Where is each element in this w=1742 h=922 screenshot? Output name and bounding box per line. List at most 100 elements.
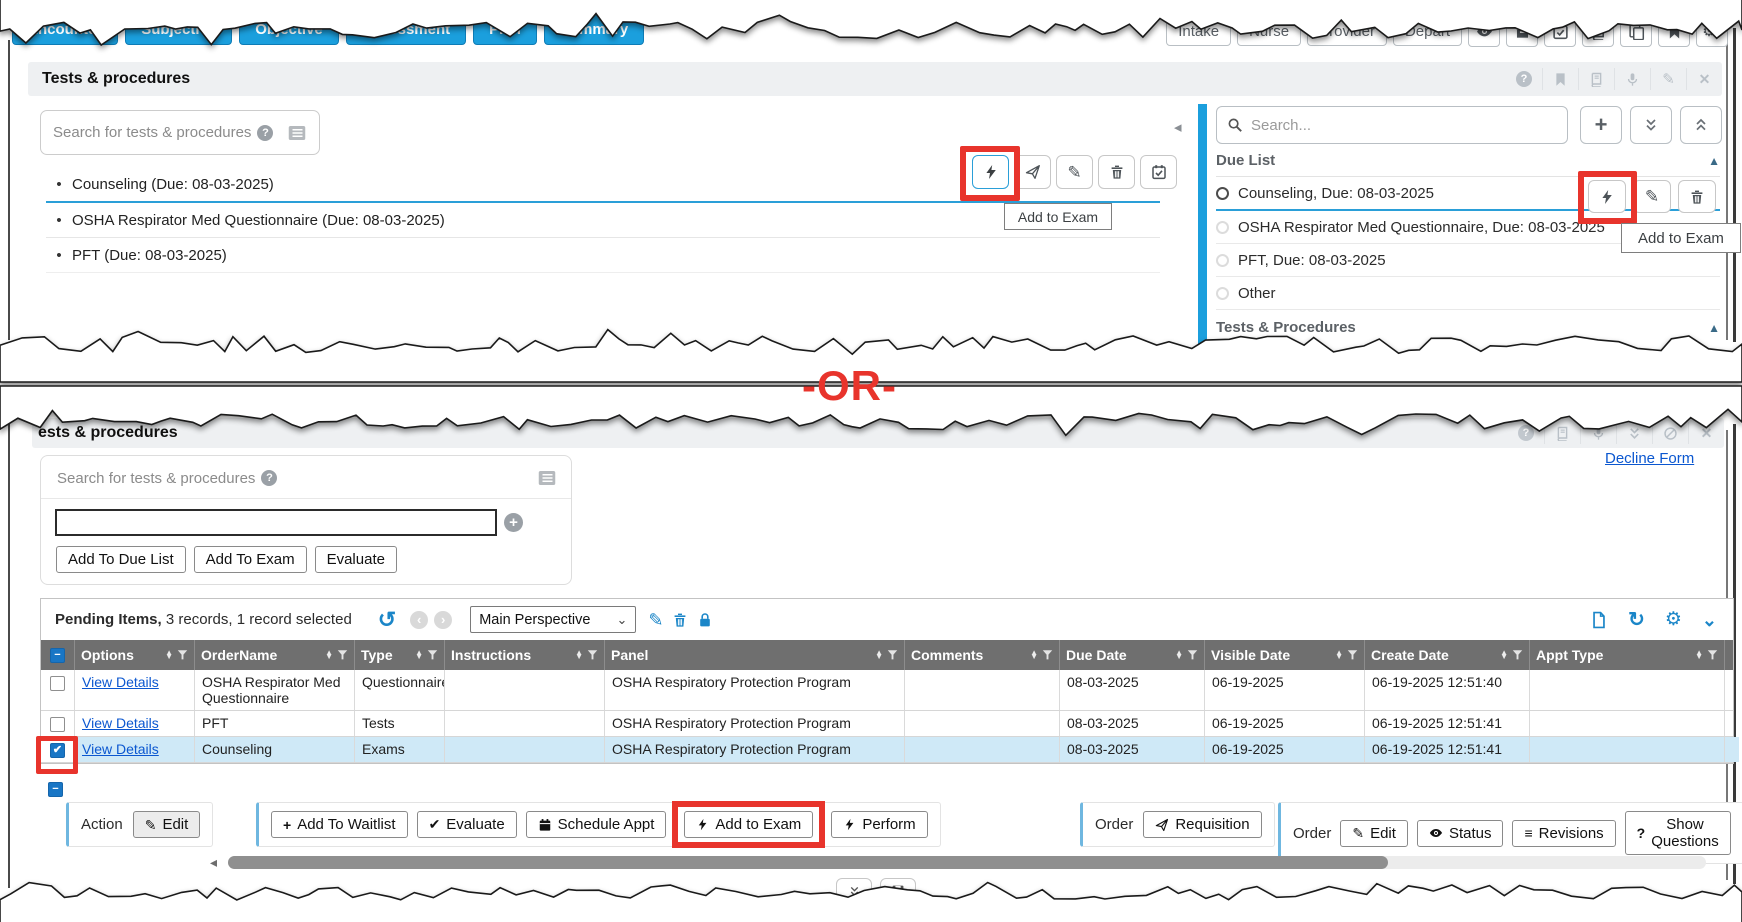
radio-icon[interactable] bbox=[1216, 254, 1229, 267]
select-all-header-cell[interactable]: − bbox=[41, 640, 75, 670]
column-header-ordername[interactable]: OrderName▲▼ bbox=[195, 640, 355, 670]
select-all-footer-checkbox[interactable]: − bbox=[48, 782, 63, 797]
add-to-exam-lightning-icon[interactable] bbox=[1588, 180, 1626, 213]
row-checkbox-checked[interactable]: ✔ bbox=[50, 743, 65, 758]
sort-icon[interactable]: ▲▼ bbox=[415, 651, 423, 660]
collapse-panel-icon[interactable]: ◂ bbox=[1174, 118, 1182, 136]
edit-perspective-pencil-icon[interactable]: ✎ bbox=[648, 611, 663, 629]
column-header-clipped[interactable]: S bbox=[1725, 640, 1737, 670]
table-row-osha-questionnaire[interactable]: View Details OSHA Respirator Med Questio… bbox=[41, 670, 1733, 711]
filter-icon[interactable] bbox=[887, 649, 898, 661]
row-checkbox-cell[interactable]: ✔ bbox=[41, 737, 75, 762]
list-item-pft[interactable]: • PFT (Due: 08-03-2025) bbox=[46, 238, 1160, 273]
tab-subjective[interactable]: Subjective bbox=[125, 14, 232, 45]
help-icon[interactable]: ? bbox=[257, 125, 273, 141]
send-requisition-icon[interactable] bbox=[1014, 155, 1051, 189]
decline-form-link[interactable]: Decline Form bbox=[1605, 450, 1694, 467]
filter-icon[interactable] bbox=[337, 649, 348, 661]
settings-gears-icon[interactable]: ⚙⚙ bbox=[1696, 16, 1728, 47]
view-details-link[interactable]: View Details bbox=[82, 741, 159, 757]
list-item-osha-questionnaire[interactable]: • OSHA Respirator Med Questionnaire (Due… bbox=[46, 203, 1160, 238]
column-header-type[interactable]: Type▲▼ bbox=[355, 640, 445, 670]
side-search-input[interactable]: Search... bbox=[1216, 106, 1568, 144]
depart-button[interactable]: Depart bbox=[1393, 17, 1462, 46]
book-icon[interactable] bbox=[1578, 68, 1614, 90]
list-picker-icon[interactable] bbox=[537, 468, 557, 488]
collapse-all-icon[interactable] bbox=[1680, 106, 1722, 144]
table-row-counseling-selected[interactable]: ✔ View Details Counseling Exams OSHA Res… bbox=[41, 737, 1733, 763]
lock-perspective-icon[interactable] bbox=[697, 612, 713, 628]
due-list-section-header[interactable]: Due List ▲ bbox=[1216, 152, 1720, 177]
prev-page-icon[interactable]: ‹ bbox=[410, 611, 428, 629]
column-header-comments[interactable]: Comments▲▼ bbox=[905, 640, 1060, 670]
add-to-exam-button[interactable]: Add To Exam bbox=[194, 546, 307, 573]
intake-button[interactable]: Intake bbox=[1166, 17, 1231, 46]
edit-order-button[interactable]: ✎Edit bbox=[1340, 820, 1408, 847]
tab-summary[interactable]: Summary bbox=[544, 14, 644, 45]
scroll-left-arrow[interactable]: ◂ bbox=[210, 854, 217, 871]
sort-icon[interactable]: ▲▼ bbox=[875, 651, 883, 660]
tests-search-input[interactable] bbox=[55, 509, 497, 536]
horizontal-scrollbar-track[interactable] bbox=[228, 856, 1706, 869]
status-button[interactable]: Status bbox=[1417, 820, 1504, 847]
column-header-due-date[interactable]: Due Date▲▼ bbox=[1060, 640, 1205, 670]
decline-circle-icon[interactable] bbox=[1652, 422, 1688, 444]
tests-search-box[interactable]: Search for tests & procedures ? bbox=[40, 110, 320, 155]
add-to-exam-button[interactable]: Add to Exam bbox=[684, 811, 813, 838]
sort-icon[interactable]: ▲▼ bbox=[165, 651, 173, 660]
select-all-checkbox[interactable]: − bbox=[50, 648, 65, 663]
bookmark-icon[interactable] bbox=[1542, 68, 1578, 90]
perform-button[interactable]: Perform bbox=[831, 811, 927, 838]
collapse-section-icon[interactable]: ▲ bbox=[1708, 154, 1720, 168]
tab-encounter[interactable]: Encounter bbox=[12, 14, 118, 45]
sort-icon[interactable]: ▲▼ bbox=[1695, 651, 1703, 660]
row-checkbox[interactable] bbox=[50, 717, 65, 732]
column-header-visible-date[interactable]: Visible Date▲▼ bbox=[1205, 640, 1365, 670]
view-details-link[interactable]: View Details bbox=[82, 715, 159, 731]
add-to-due-list-button[interactable]: Add To Due List bbox=[56, 546, 186, 573]
filter-icon[interactable] bbox=[1042, 649, 1053, 661]
tab-assessment[interactable]: Assessment bbox=[346, 14, 466, 45]
expand-all-icon[interactable] bbox=[1630, 106, 1672, 144]
view-details-link[interactable]: View Details bbox=[82, 674, 159, 690]
requisition-button[interactable]: Requisition bbox=[1143, 811, 1261, 838]
add-button[interactable]: + bbox=[1580, 106, 1622, 144]
pencil-icon[interactable]: ✎ bbox=[1650, 68, 1686, 90]
sort-icon[interactable]: ▲▼ bbox=[1335, 651, 1343, 660]
microphone-icon[interactable] bbox=[1614, 68, 1650, 90]
delete-perspective-trash-icon[interactable] bbox=[672, 612, 688, 628]
bookmark-icon[interactable] bbox=[1658, 16, 1690, 47]
tab-plan[interactable]: Plan bbox=[473, 14, 537, 45]
add-to-waitlist-button[interactable]: +Add To Waitlist bbox=[271, 811, 408, 838]
provider-button[interactable]: Provider bbox=[1307, 17, 1387, 46]
pencil-icon[interactable]: ✎ bbox=[1056, 155, 1093, 189]
help-icon[interactable]: ? bbox=[261, 470, 277, 486]
refresh-icon[interactable]: ↻ bbox=[1628, 610, 1645, 630]
sort-icon[interactable]: ▲▼ bbox=[575, 651, 583, 660]
tests-procedures-section-header[interactable]: Tests & Procedures ▲ bbox=[1216, 310, 1720, 336]
filter-icon[interactable] bbox=[1347, 649, 1358, 661]
row-checkbox[interactable] bbox=[50, 676, 65, 691]
column-header-options[interactable]: Options▲▼ bbox=[75, 640, 195, 670]
trash-icon[interactable] bbox=[1098, 155, 1135, 189]
filter-icon[interactable] bbox=[1707, 649, 1718, 661]
sort-icon[interactable]: ▲▼ bbox=[325, 651, 333, 660]
filter-icon[interactable] bbox=[177, 649, 188, 661]
help-icon[interactable]: ? bbox=[1508, 422, 1544, 444]
calendar-check-icon[interactable] bbox=[1544, 16, 1576, 47]
eye-icon[interactable] bbox=[1468, 16, 1500, 47]
column-header-panel[interactable]: Panel▲▼ bbox=[605, 640, 905, 670]
copy-icon[interactable] bbox=[1620, 16, 1652, 47]
column-header-instructions[interactable]: Instructions▲▼ bbox=[445, 640, 605, 670]
reset-rotate-icon[interactable]: ↺ bbox=[378, 609, 396, 631]
nurse-button[interactable]: Nurse bbox=[1237, 17, 1301, 46]
evaluate-button[interactable]: ✔Evaluate bbox=[417, 811, 517, 838]
add-to-exam-lightning-icon[interactable] bbox=[972, 155, 1009, 189]
collapse-grid-chevron-icon[interactable]: ⌄ bbox=[1702, 611, 1717, 629]
save-icon[interactable] bbox=[880, 878, 916, 904]
sort-icon[interactable]: ▲▼ bbox=[1030, 651, 1038, 660]
perspective-select[interactable]: Main Perspective ⌄ bbox=[470, 606, 636, 633]
side-item-other[interactable]: Other bbox=[1216, 277, 1720, 310]
radio-icon[interactable] bbox=[1216, 287, 1229, 300]
revisions-button[interactable]: ≡Revisions bbox=[1512, 820, 1615, 847]
